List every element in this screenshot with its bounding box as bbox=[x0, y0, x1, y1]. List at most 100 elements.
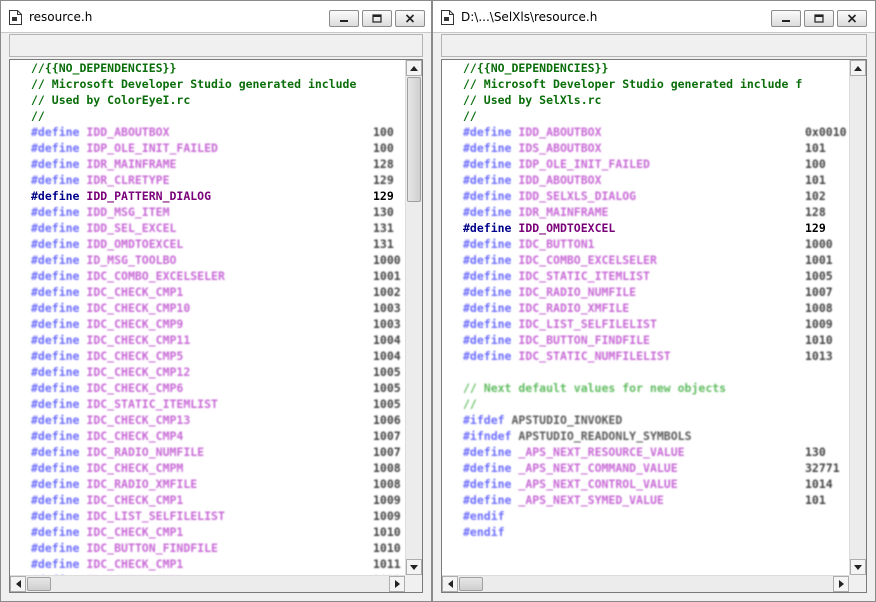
symbol-name: IDC_RADIO_NUMFILE bbox=[518, 285, 637, 299]
left-toolbar-strip bbox=[9, 34, 423, 57]
define-keyword: #define bbox=[463, 125, 512, 139]
symbol-value: 1007 bbox=[805, 285, 833, 299]
symbol-name: IDC_BUTTON_FINDFILE bbox=[86, 541, 218, 555]
symbol-name: IDC_CHECK_CMP1 bbox=[86, 493, 184, 507]
code-line: //{{NO_DEPENDENCIES}} bbox=[463, 60, 849, 76]
right-editor-window: D:\...\SelXls\resource.h //{{NO_DEPENDEN… bbox=[432, 0, 876, 602]
define-keyword: #define bbox=[31, 477, 80, 491]
horizontal-scroll-thumb[interactable] bbox=[27, 577, 51, 591]
define-keyword: #define bbox=[31, 509, 80, 523]
define-keyword: #define bbox=[463, 445, 512, 459]
comment-text: // bbox=[463, 397, 477, 411]
restore-icon bbox=[372, 14, 382, 23]
vertical-scroll-thumb[interactable] bbox=[407, 77, 421, 202]
symbol-value: 1010 bbox=[373, 541, 401, 555]
comment-text: // bbox=[463, 109, 477, 123]
minimize-button[interactable] bbox=[329, 10, 359, 27]
comment-text: // Used by SelXls.rc bbox=[463, 93, 602, 107]
symbol-value: 1013 bbox=[805, 349, 833, 363]
symbol-name: IDD_SELXLS_DIALOG bbox=[518, 189, 637, 203]
symbol-value: 1005 bbox=[805, 269, 833, 283]
code-line: #define IDC_BUTTON1 1000 bbox=[463, 236, 849, 252]
code-line: #define IDR_MAINFRAME 128 bbox=[31, 156, 405, 172]
symbol-name: IDC_BUTTON_FINDFILE bbox=[518, 333, 650, 347]
scroll-left-button[interactable] bbox=[442, 576, 458, 592]
scroll-up-button[interactable] bbox=[850, 60, 866, 76]
preprocessor-symbol: APSTUDIO_INVOKED bbox=[511, 413, 623, 427]
comment-text: // Microsoft Developer Studio generated … bbox=[31, 77, 357, 91]
vertical-scrollbar[interactable] bbox=[849, 60, 866, 575]
define-keyword: #define bbox=[463, 349, 512, 363]
vertical-scrollbar[interactable] bbox=[405, 60, 422, 575]
scroll-left-button[interactable] bbox=[10, 576, 26, 592]
define-keyword: #define bbox=[31, 285, 80, 299]
symbol-name: IDD_ABOUTBOX bbox=[518, 125, 602, 139]
code-line: #define IDP_OLE_INIT_FAILED 100 bbox=[31, 140, 405, 156]
right-code-view[interactable]: //{{NO_DEPENDENCIES}} // Microsoft Develo… bbox=[441, 59, 867, 593]
horizontal-scrollbar[interactable] bbox=[442, 575, 849, 592]
close-button[interactable] bbox=[837, 10, 867, 27]
left-editor-window: resource.h //{{NO_DEPENDENCIES}} // Micro… bbox=[0, 0, 432, 602]
define-keyword: #define bbox=[31, 349, 80, 363]
symbol-value: 1009 bbox=[373, 509, 401, 523]
code-line: #define _APS_NEXT_COMMAND_VALUE 32771 bbox=[463, 460, 849, 476]
define-keyword: #define bbox=[31, 125, 80, 139]
scroll-right-button[interactable] bbox=[833, 576, 849, 592]
window-title: resource.h bbox=[29, 10, 93, 24]
define-keyword: #define bbox=[31, 397, 80, 411]
symbol-name: IDC_LIST_SELFILELIST bbox=[86, 509, 225, 523]
symbol-name: IDC_CHECK_CMP1 bbox=[86, 525, 184, 539]
code-line: #define IDS_ABOUTBOX 101 bbox=[463, 140, 849, 156]
define-keyword: #define bbox=[31, 173, 80, 187]
symbol-name: IDC_CHECK_CMP5 bbox=[86, 349, 184, 363]
up-arrow-icon bbox=[854, 65, 862, 71]
scroll-corner bbox=[405, 575, 422, 592]
code-line: #endif bbox=[463, 524, 849, 540]
scroll-down-button[interactable] bbox=[850, 559, 866, 575]
right-title-bar[interactable]: D:\...\SelXls\resource.h bbox=[433, 1, 875, 33]
scroll-right-button[interactable] bbox=[389, 576, 405, 592]
code-line: #define IDC_CHECK_CMP5 1004 bbox=[31, 348, 405, 364]
define-keyword: #define bbox=[31, 429, 80, 443]
symbol-value: 100 bbox=[373, 125, 394, 139]
left-code-lines[interactable]: //{{NO_DEPENDENCIES}} // Microsoft Develo… bbox=[10, 60, 405, 575]
code-line: #define _APS_NEXT_CONTROL_VALUE 1014 bbox=[463, 476, 849, 492]
scroll-up-button[interactable] bbox=[406, 60, 422, 76]
symbol-name: _APS_NEXT_RESOURCE_VALUE bbox=[518, 445, 685, 459]
code-line: #define _APS_NEXT_SYMED_VALUE 101 bbox=[463, 492, 849, 508]
code-line: #define IDC_STATIC_ITEMLIST 1005 bbox=[463, 268, 849, 284]
close-button[interactable] bbox=[395, 10, 425, 27]
symbol-value: 1007 bbox=[373, 429, 401, 443]
minimize-button[interactable] bbox=[771, 10, 801, 27]
preprocessor-symbol: APSTUDIO_READONLY_SYMBOLS bbox=[518, 429, 692, 443]
symbol-name: IDC_STATIC_NUMFILELIST bbox=[518, 349, 671, 363]
symbol-name: IDC_COMBO_EXCELSELER bbox=[518, 253, 657, 267]
code-line: #define IDC_STATIC_NUMFILELIST 1013 bbox=[463, 348, 849, 364]
restore-button[interactable] bbox=[804, 10, 834, 27]
comment-text: // Next default values for new objects bbox=[463, 381, 727, 395]
code-line: #define ID_MSG_TOOLBO 1000 bbox=[31, 252, 405, 268]
code-line: #define IDC_CHECK_CMP10 1003 bbox=[31, 300, 405, 316]
symbol-value: 1010 bbox=[805, 333, 833, 347]
horizontal-scroll-thumb[interactable] bbox=[459, 577, 483, 591]
define-keyword: #define bbox=[463, 333, 512, 347]
symbol-value: 1006 bbox=[373, 413, 401, 427]
symbol-value: 1009 bbox=[373, 493, 401, 507]
scroll-down-button[interactable] bbox=[406, 559, 422, 575]
down-arrow-icon bbox=[854, 564, 862, 570]
symbol-name: IDC_BUTTON1 bbox=[518, 237, 595, 251]
define-keyword: #define bbox=[463, 285, 512, 299]
symbol-value: 101 bbox=[805, 173, 826, 187]
horizontal-scrollbar[interactable] bbox=[10, 575, 405, 592]
left-title-bar[interactable]: resource.h bbox=[1, 1, 431, 33]
left-code-view[interactable]: //{{NO_DEPENDENCIES}} // Microsoft Develo… bbox=[9, 59, 423, 593]
define-keyword: #define bbox=[31, 189, 80, 203]
symbol-value: 1005 bbox=[373, 365, 401, 379]
symbol-value: 0x0010 bbox=[805, 125, 847, 139]
restore-button[interactable] bbox=[362, 10, 392, 27]
code-line: #define IDC_COMBO_EXCELSELER 1001 bbox=[31, 268, 405, 284]
code-line: #define IDC_RADIO_XMFILE 1008 bbox=[463, 300, 849, 316]
right-code-lines[interactable]: //{{NO_DEPENDENCIES}} // Microsoft Develo… bbox=[442, 60, 849, 575]
define-keyword: #define bbox=[463, 253, 512, 267]
